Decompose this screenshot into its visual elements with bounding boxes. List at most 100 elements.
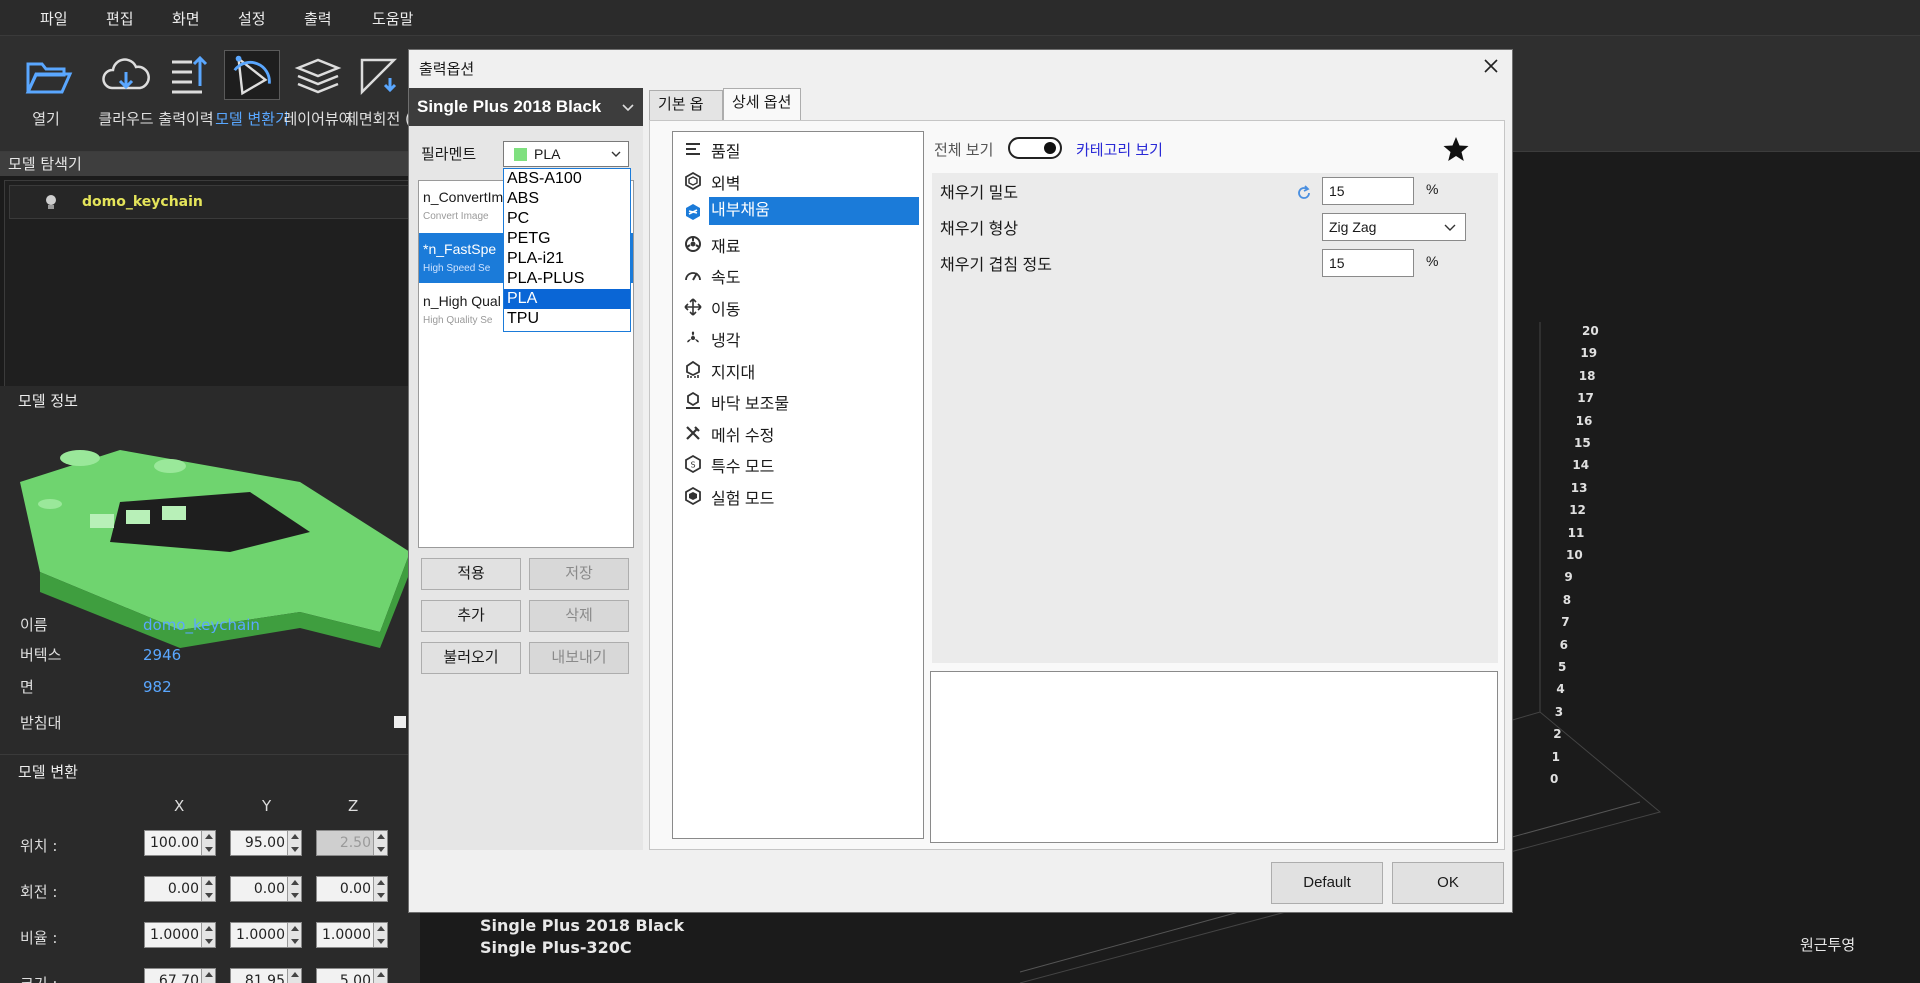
- category-label: 특수 모드: [711, 459, 775, 476]
- tab-detail-options[interactable]: 상세 옵션: [723, 88, 801, 120]
- material-icon: [685, 235, 701, 252]
- category-item[interactable]: 외벽: [679, 166, 921, 194]
- option-area: 전체 보기 카테고리 보기 채우기 밀도 15 % 채우기 형상 Zig Zag: [930, 131, 1500, 843]
- menu-view[interactable]: 화면: [172, 8, 200, 29]
- add-button[interactable]: 추가: [421, 600, 521, 632]
- infill-density-label: 채우기 밀도: [940, 185, 1019, 202]
- vertex-label: 버텍스: [20, 646, 62, 664]
- filament-option[interactable]: PC: [504, 209, 630, 229]
- filament-option[interactable]: PLA: [504, 289, 630, 309]
- option-description-box: [930, 671, 1498, 843]
- ruler-label: 14: [1572, 458, 1590, 473]
- ruler-label: 3: [1554, 704, 1564, 719]
- export-button: 내보내기: [529, 642, 629, 674]
- filament-option[interactable]: PETG: [504, 229, 630, 249]
- ruler-label: 4: [1556, 682, 1565, 697]
- category-item[interactable]: 바닥 보조물: [679, 386, 921, 414]
- axis-x-label: X: [174, 797, 185, 815]
- support-label: 받침대: [20, 714, 62, 732]
- reset-icon[interactable]: [1294, 183, 1314, 203]
- category-item[interactable]: 냉각: [679, 323, 921, 351]
- size-z-input[interactable]: 5.00: [316, 968, 388, 983]
- scale-y-input[interactable]: 1.0000: [230, 922, 302, 948]
- infill-density-input[interactable]: 15: [1322, 177, 1414, 205]
- size-y-input[interactable]: 81.95: [230, 968, 302, 983]
- default-button[interactable]: Default: [1271, 862, 1383, 904]
- chevron-down-icon: [1444, 224, 1456, 231]
- scale-x-input[interactable]: 1.0000: [144, 922, 216, 948]
- model-info-title: 모델 정보: [18, 392, 78, 410]
- category-item[interactable]: 지지대: [679, 355, 921, 383]
- menu-edit[interactable]: 편집: [106, 8, 134, 29]
- category-view-label[interactable]: 카테고리 보기: [1076, 139, 1163, 160]
- menu-file[interactable]: 파일: [40, 8, 68, 29]
- filament-select[interactable]: PLA: [503, 141, 629, 167]
- explorer-title: 모델 탐색기: [0, 152, 420, 176]
- filament-option[interactable]: ABS: [504, 189, 630, 209]
- category-label: 메쉬 수정: [711, 427, 775, 445]
- category-label: 내부채움: [709, 197, 919, 225]
- category-label: 바닥 보조물: [711, 396, 790, 413]
- detail-options-panel: 품질외벽내부채움재료속도이동냉각지지대바닥 보조물메쉬 수정 S 특수 모드실험 모…: [649, 120, 1505, 850]
- category-item[interactable]: 이동: [679, 292, 921, 320]
- infill-overlap-input[interactable]: 15: [1322, 249, 1414, 277]
- close-icon[interactable]: [1480, 55, 1502, 77]
- position-y-input[interactable]: 95.00: [230, 830, 302, 856]
- vertex-value: 2946: [143, 646, 182, 664]
- view-all-label: 전체 보기: [934, 142, 994, 159]
- face-rotate-button[interactable]: 제면회전 (: [336, 44, 416, 144]
- star-icon[interactable]: [1442, 135, 1470, 163]
- infill-pattern-select[interactable]: Zig Zag: [1322, 213, 1466, 241]
- filament-color-swatch: [514, 148, 527, 161]
- filament-option[interactable]: PLA-i21: [504, 249, 630, 269]
- name-label: 이름: [20, 616, 48, 634]
- position-label: 위치 :: [20, 837, 58, 855]
- model-row[interactable]: domo_keychain: [9, 185, 413, 219]
- category-item[interactable]: S 특수 모드: [679, 449, 921, 477]
- ok-button[interactable]: OK: [1392, 862, 1504, 904]
- menu-settings[interactable]: 설정: [238, 8, 266, 29]
- printer-select[interactable]: Single Plus 2018 Black: [409, 88, 643, 126]
- ruler-label: 16: [1575, 413, 1593, 428]
- view-mode-toggle[interactable]: [1008, 137, 1062, 159]
- infill-pattern-row: 채우기 형상 Zig Zag: [932, 209, 1498, 245]
- ruler-label: 13: [1570, 480, 1588, 495]
- scale-z-input[interactable]: 1.0000: [316, 922, 388, 948]
- scale-label: 비율 :: [20, 929, 58, 947]
- model-explorer: domo_keychain: [4, 180, 416, 388]
- filament-option[interactable]: PLA-PLUS: [504, 269, 630, 289]
- category-item[interactable]: 재료: [679, 229, 921, 257]
- category-item[interactable]: 속도: [679, 260, 921, 288]
- rotation-x-input[interactable]: 0.00: [144, 876, 216, 902]
- wall-icon: [685, 171, 701, 190]
- rotation-y-input[interactable]: 0.00: [230, 876, 302, 902]
- projection-mode[interactable]: 원근투영: [1800, 934, 1855, 955]
- open-button[interactable]: 열기: [4, 44, 84, 144]
- import-button[interactable]: 불러오기: [421, 642, 521, 674]
- filament-option[interactable]: ABS-A100: [504, 169, 630, 189]
- position-x-input[interactable]: 100.00: [144, 830, 216, 856]
- model-transform-icon: [224, 50, 280, 100]
- open-label: 열기: [32, 110, 60, 128]
- tab-basic-options[interactable]: 기본 옵션: [649, 90, 723, 141]
- filament-option[interactable]: TPU: [504, 309, 630, 329]
- category-item[interactable]: 품질: [679, 134, 921, 162]
- model-transform-title: 모델 변환: [18, 763, 78, 781]
- menu-help[interactable]: 도움말: [372, 8, 413, 29]
- ruler-label: 5: [1558, 660, 1567, 674]
- menu-print[interactable]: 출력: [304, 8, 332, 29]
- rotation-z-input[interactable]: 0.00: [316, 876, 388, 902]
- lightbulb-icon[interactable]: [42, 193, 60, 211]
- ruler-label: 20: [1582, 324, 1599, 338]
- svg-text:S: S: [690, 461, 695, 470]
- size-x-input[interactable]: 67.70: [144, 968, 216, 983]
- ruler-label: 9: [1564, 570, 1573, 585]
- apply-button[interactable]: 적용: [421, 558, 521, 590]
- support-checkbox[interactable]: [394, 716, 406, 728]
- category-item[interactable]: 메쉬 수정: [679, 418, 921, 446]
- filament-dropdown-list: ABS-A100 ABS PC PETG PLA-i21 PLA-PLUS PLA TPU: [503, 168, 631, 332]
- option-table: 채우기 밀도 15 % 채우기 형상 Zig Zag 채우기 겹침 정도 15 …: [932, 173, 1498, 663]
- category-item[interactable]: 실험 모드: [679, 481, 921, 509]
- category-item[interactable]: 내부채움: [679, 197, 921, 225]
- category-label: 품질: [711, 144, 741, 161]
